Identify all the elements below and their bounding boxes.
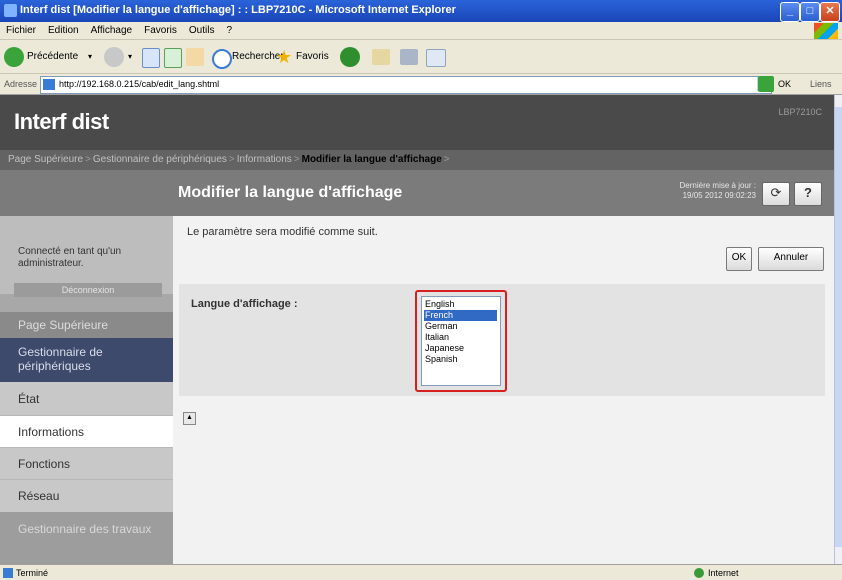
address-url: http://192.168.0.215/cab/edit_lang.shtml (59, 79, 220, 89)
status-page-icon (3, 568, 13, 578)
back-arrow-icon[interactable] (4, 47, 24, 67)
sidebar-item-job-manager[interactable]: Gestionnaire des travaux (0, 512, 173, 564)
printer-model: LBP7210C (778, 107, 822, 117)
minimize-button[interactable]: _ (780, 2, 800, 22)
home-icon[interactable] (186, 48, 204, 66)
page-top-arrow-icon[interactable]: ▲ (183, 412, 196, 425)
language-option-spanish[interactable]: Spanish (424, 354, 497, 365)
breadcrumb-separator: > (443, 154, 450, 165)
back-dropdown-icon[interactable]: ▾ (88, 46, 92, 68)
logout-button[interactable]: Déconnexion (14, 283, 162, 297)
sidebar-item-device-manager[interactable]: Gestionnaire de périphériques (0, 338, 173, 382)
go-button-label[interactable]: OK (778, 79, 791, 89)
setting-panel: Langue d'affichage : English French Germ… (179, 284, 825, 396)
sidebar-item-informations[interactable]: Informations (0, 416, 173, 448)
language-option-english[interactable]: English (424, 299, 497, 310)
language-option-italian[interactable]: Italian (424, 332, 497, 343)
links-label[interactable]: Liens (810, 79, 832, 89)
windows-logo-icon (814, 23, 838, 39)
language-listbox-highlight: English French German Italian Japanese S… (415, 290, 507, 392)
refresh-icon: ⟳ (770, 185, 782, 200)
refresh-button[interactable]: ⟳ (762, 182, 790, 206)
cancel-button[interactable]: Annuler (758, 247, 824, 271)
mail-icon[interactable] (372, 49, 390, 65)
address-input[interactable]: http://192.168.0.215/cab/edit_lang.shtml… (40, 76, 772, 94)
language-option-japanese[interactable]: Japanese (424, 343, 497, 354)
favorites-star-icon[interactable]: ★ (276, 46, 292, 68)
menu-view[interactable]: Affichage (85, 22, 139, 36)
stop-icon[interactable] (142, 48, 160, 68)
security-zone: Internet (708, 568, 739, 578)
menu-tools[interactable]: Outils (183, 22, 221, 36)
breadcrumb-device-manager[interactable]: Gestionnaire de périphériques (93, 154, 227, 165)
breadcrumb: Page Supérieure > Gestionnaire de périphér… (0, 150, 834, 170)
status-bar: Terminé Internet (0, 564, 842, 580)
info-message: Le paramètre sera modifié comme suit. (187, 226, 378, 238)
back-button-label[interactable]: Précédente (27, 46, 78, 68)
page-title: Modifier la langue d'affichage (178, 184, 403, 201)
sidebar-item-functions[interactable]: Fonctions (0, 448, 173, 480)
history-icon[interactable] (340, 47, 360, 67)
page-header: Interf dist LBP7210C (0, 95, 834, 150)
address-label: Adresse (4, 79, 38, 89)
breadcrumb-current: Modifier la langue d'affichage (301, 154, 442, 165)
page-icon (43, 79, 55, 90)
last-update-label: Dernière mise à jour : (679, 181, 756, 190)
logged-in-text: Connecté en tant qu'un administrateur. (18, 246, 122, 269)
menu-help[interactable]: ? (220, 22, 238, 36)
sidebar: Connecté en tant qu'un administrateur. D… (0, 216, 173, 564)
internet-globe-icon (694, 568, 704, 578)
title-row-left-pad (0, 170, 173, 216)
menu-bar: Fichier Edition Affichage Favoris Outils? (0, 22, 842, 40)
scrollbar-thumb[interactable] (835, 107, 842, 547)
ie-logo-icon (4, 4, 17, 17)
sidebar-item-top-page[interactable]: Page Supérieure (0, 312, 173, 338)
display-language-label: Langue d'affichage : (191, 298, 298, 310)
breadcrumb-top-page[interactable]: Page Supérieure (8, 154, 83, 165)
language-option-german[interactable]: German (424, 321, 497, 332)
close-button[interactable]: ✕ (820, 2, 840, 22)
help-button[interactable]: ? (794, 182, 822, 206)
last-update: Dernière mise à jour : 19/05 2012 09:02:… (676, 181, 756, 201)
language-option-french[interactable]: French (424, 310, 497, 321)
vertical-scrollbar[interactable] (834, 95, 842, 564)
print-icon[interactable] (400, 49, 418, 65)
brand-title: Interf dist (14, 109, 109, 134)
breadcrumb-separator: > (85, 154, 91, 165)
language-listbox[interactable]: English French German Italian Japanese S… (421, 296, 501, 386)
breadcrumb-informations[interactable]: Informations (237, 154, 292, 165)
status-text: Terminé (16, 568, 49, 578)
favorites-button-label[interactable]: Favoris (296, 46, 329, 68)
window-title-bar[interactable]: Interf dist [Modifier la langue d'affich… (0, 0, 842, 22)
window-title: Interf dist [Modifier la langue d'affich… (20, 4, 456, 16)
last-update-value: 19/05 2012 09:02:23 (682, 191, 756, 200)
maximize-button[interactable]: □ (800, 2, 820, 22)
breadcrumb-separator: > (293, 154, 300, 165)
menu-edit[interactable]: Edition (42, 22, 85, 36)
menu-file[interactable]: Fichier (0, 22, 42, 36)
forward-dropdown-icon[interactable]: ▾ (128, 46, 132, 68)
sidebar-item-status[interactable]: État (0, 382, 173, 416)
search-icon[interactable] (212, 49, 232, 69)
sidebar-item-network[interactable]: Réseau (0, 480, 173, 512)
forward-arrow-icon[interactable] (104, 47, 124, 67)
ok-button[interactable]: OK (726, 247, 752, 271)
main-content: Le paramètre sera modifié comme suit. OK… (173, 216, 834, 564)
page-title-row: Modifier la langue d'affichage Dernière … (0, 170, 834, 216)
browser-toolbar: Précédente ▾ ▾ Rechercher ★ Favoris (0, 40, 842, 74)
menu-favorites[interactable]: Favoris (138, 22, 183, 36)
go-arrow-icon[interactable] (758, 76, 774, 92)
breadcrumb-separator: > (228, 154, 235, 165)
address-bar: Adresse http://192.168.0.215/cab/edit_la… (0, 74, 842, 95)
refresh-page-icon[interactable] (164, 48, 182, 68)
edit-icon[interactable] (426, 49, 446, 67)
